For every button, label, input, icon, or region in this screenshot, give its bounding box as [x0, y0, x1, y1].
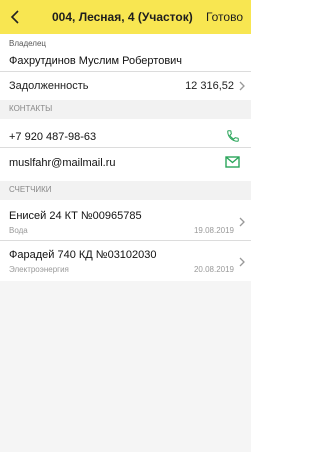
divider	[0, 71, 251, 72]
meter-name: Енисей 24 КТ №00965785	[9, 210, 142, 222]
meter-item[interactable]: Енисей 24 КТ №00965785 Вода 19.08.2019	[0, 200, 251, 240]
owner-label: Владелец	[9, 39, 47, 48]
contacts-section-header: КОНТАКТЫ	[0, 100, 251, 119]
chevron-right-icon	[239, 81, 245, 91]
debt-label: Задолженность	[9, 80, 89, 92]
meter-date: 20.08.2019	[193, 265, 234, 274]
meters-section-header: СЧЕТЧИКИ	[0, 181, 251, 200]
meter-name: Фарадей 740 КД №03102030	[9, 249, 157, 261]
top-bar: 004, Лесная, 4 (Участок) Готово	[0, 0, 251, 34]
chevron-left-icon	[10, 10, 19, 24]
chevron-right-icon	[239, 217, 245, 227]
email-address: muslfahr@mailmail.ru	[9, 157, 116, 169]
mail-icon[interactable]	[225, 156, 240, 168]
meter-type: Вода	[9, 226, 28, 235]
done-button[interactable]: Готово	[206, 10, 243, 24]
meter-type: Электроэнергия	[9, 265, 69, 274]
chevron-right-icon	[239, 257, 245, 267]
empty-area	[0, 280, 251, 452]
owner-name: Фахрутдинов Муслим Робертович	[9, 55, 183, 67]
meter-item[interactable]: Фарадей 740 КД №03102030 Электроэнергия …	[0, 241, 251, 281]
meters-section-label: СЧЕТЧИКИ	[9, 185, 52, 194]
debt-value: 12 316,52	[185, 80, 234, 92]
page-title: 004, Лесная, 4 (Участок)	[52, 10, 193, 24]
phone-icon[interactable]	[226, 129, 240, 143]
phone-number: +7 920 487-98-63	[9, 131, 97, 143]
back-button[interactable]	[0, 0, 30, 34]
divider	[0, 147, 251, 148]
contacts-section-label: КОНТАКТЫ	[9, 104, 53, 113]
meter-date: 19.08.2019	[193, 226, 234, 235]
